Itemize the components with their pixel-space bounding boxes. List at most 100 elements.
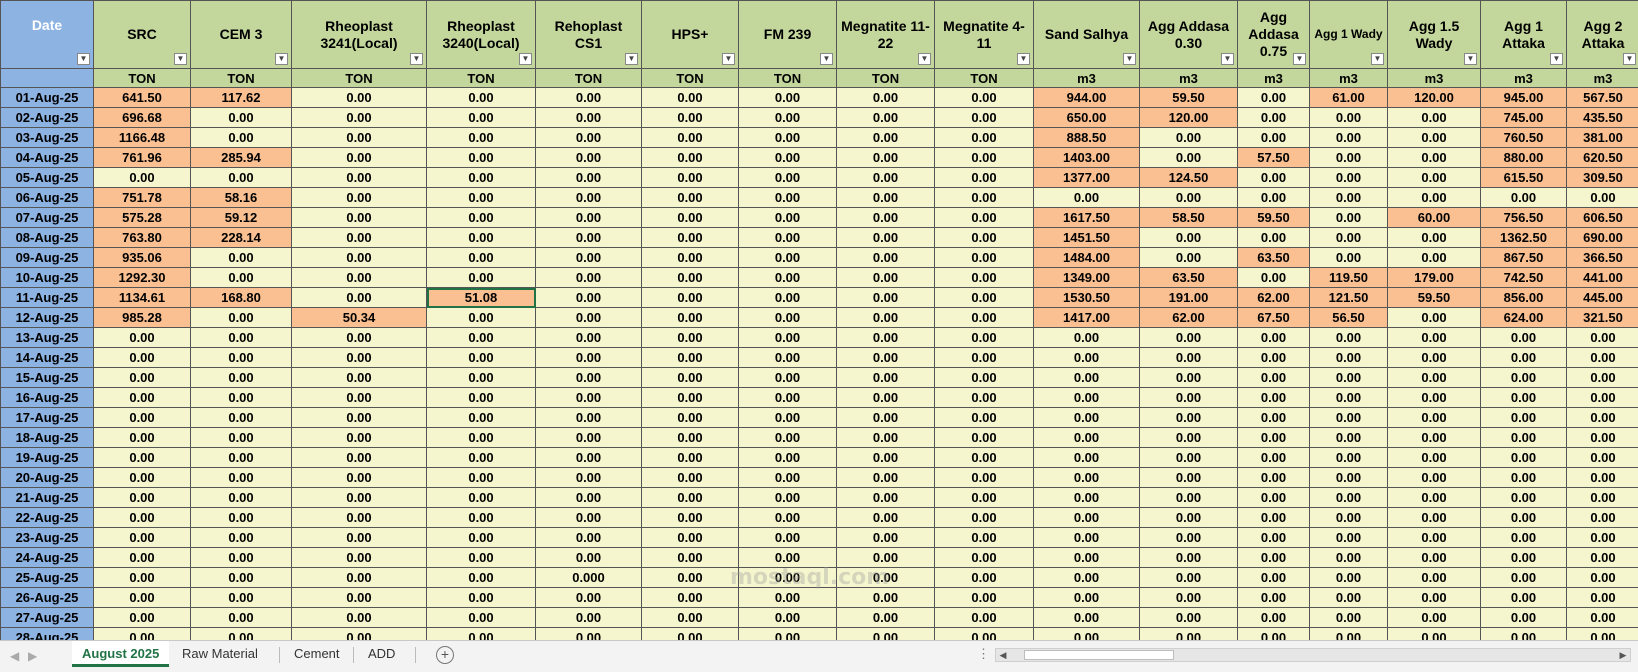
value-cell[interactable]: 0.00 [1388, 168, 1481, 188]
value-cell[interactable]: 0.00 [427, 268, 536, 288]
value-cell[interactable]: 0.00 [191, 328, 292, 348]
unit-cell[interactable]: TON [642, 69, 739, 88]
filter-dropdown-icon[interactable]: ▼ [1123, 53, 1136, 65]
value-cell[interactable]: 0.00 [642, 488, 739, 508]
date-cell[interactable]: 22-Aug-25 [1, 508, 94, 528]
value-cell[interactable]: 0.00 [191, 408, 292, 428]
value-cell[interactable]: 0.00 [642, 148, 739, 168]
value-cell[interactable]: 0.00 [642, 368, 739, 388]
date-cell[interactable]: 16-Aug-25 [1, 388, 94, 408]
value-cell[interactable]: 0.00 [1388, 188, 1481, 208]
value-cell[interactable]: 0.00 [1388, 508, 1481, 528]
value-cell[interactable]: 0.00 [191, 488, 292, 508]
value-cell[interactable]: 0.00 [1481, 428, 1567, 448]
value-cell[interactable]: 0.00 [1481, 508, 1567, 528]
value-cell[interactable]: 0.00 [1310, 528, 1388, 548]
value-cell[interactable]: 0.00 [536, 328, 642, 348]
value-cell[interactable]: 0.00 [292, 88, 427, 108]
value-cell[interactable]: 0.00 [427, 188, 536, 208]
value-cell[interactable]: 0.00 [1388, 408, 1481, 428]
value-cell[interactable]: 0.00 [935, 288, 1034, 308]
value-cell[interactable]: 0.00 [739, 88, 837, 108]
value-cell[interactable]: 0.00 [837, 528, 935, 548]
value-cell[interactable]: 696.68 [94, 108, 191, 128]
value-cell[interactable]: 366.50 [1567, 248, 1638, 268]
value-cell[interactable]: 0.00 [837, 288, 935, 308]
value-cell[interactable]: 0.00 [935, 628, 1034, 641]
date-cell[interactable]: 05-Aug-25 [1, 168, 94, 188]
value-cell[interactable]: 0.00 [837, 328, 935, 348]
value-cell[interactable]: 0.00 [935, 348, 1034, 368]
unit-cell[interactable]: m3 [1140, 69, 1238, 88]
value-cell[interactable]: 228.14 [191, 228, 292, 248]
value-cell[interactable]: 0.00 [292, 288, 427, 308]
value-cell[interactable]: 763.80 [94, 228, 191, 248]
value-cell[interactable]: 59.12 [191, 208, 292, 228]
value-cell[interactable]: 0.00 [536, 608, 642, 628]
value-cell[interactable]: 0.00 [427, 368, 536, 388]
value-cell[interactable]: 0.00 [1388, 528, 1481, 548]
value-cell[interactable]: 0.00 [739, 468, 837, 488]
date-cell[interactable]: 06-Aug-25 [1, 188, 94, 208]
value-cell[interactable]: 0.00 [427, 568, 536, 588]
value-cell[interactable]: 0.00 [1238, 368, 1310, 388]
value-cell[interactable]: 0.00 [427, 548, 536, 568]
unit-cell[interactable]: m3 [1238, 69, 1310, 88]
date-cell[interactable]: 10-Aug-25 [1, 268, 94, 288]
value-cell[interactable]: 0.00 [292, 108, 427, 128]
value-cell[interactable]: 0.00 [1481, 568, 1567, 588]
date-cell[interactable]: 17-Aug-25 [1, 408, 94, 428]
value-cell[interactable]: 0.00 [1567, 328, 1638, 348]
value-cell[interactable]: 0.00 [1481, 608, 1567, 628]
tab-august-2025[interactable]: August 2025 [72, 641, 169, 667]
value-cell[interactable]: 0.00 [935, 588, 1034, 608]
unit-cell[interactable]: m3 [1481, 69, 1567, 88]
value-cell[interactable]: 0.00 [1034, 628, 1140, 641]
value-cell[interactable]: 0.00 [1238, 348, 1310, 368]
value-cell[interactable]: 0.00 [536, 448, 642, 468]
value-cell[interactable]: 615.50 [1481, 168, 1567, 188]
value-cell[interactable]: 0.00 [1567, 568, 1638, 588]
value-cell[interactable]: 0.00 [427, 168, 536, 188]
value-cell[interactable]: 0.00 [1481, 388, 1567, 408]
value-cell[interactable]: 0.00 [292, 208, 427, 228]
unit-cell[interactable]: TON [536, 69, 642, 88]
value-cell[interactable]: 0.00 [1567, 428, 1638, 448]
value-cell[interactable]: 0.00 [1310, 408, 1388, 428]
value-cell[interactable]: 0.00 [1034, 348, 1140, 368]
value-cell[interactable]: 0.00 [739, 528, 837, 548]
column-header[interactable]: Agg Addasa 0.75▼ [1238, 1, 1310, 69]
value-cell[interactable]: 0.00 [536, 348, 642, 368]
value-cell[interactable]: 0.00 [935, 608, 1034, 628]
value-cell[interactable]: 0.00 [1310, 128, 1388, 148]
value-cell[interactable]: 67.50 [1238, 308, 1310, 328]
value-cell[interactable]: 0.00 [1140, 528, 1238, 548]
unit-cell[interactable]: TON [292, 69, 427, 88]
value-cell[interactable]: 0.00 [1310, 388, 1388, 408]
value-cell[interactable]: 0.00 [837, 128, 935, 148]
value-cell[interactable]: 0.00 [1310, 328, 1388, 348]
value-cell[interactable]: 0.00 [642, 448, 739, 468]
value-cell[interactable]: 0.00 [1310, 188, 1388, 208]
value-cell[interactable]: 0.00 [935, 88, 1034, 108]
value-cell[interactable]: 58.50 [1140, 208, 1238, 228]
unit-cell-blank[interactable] [1, 69, 94, 88]
value-cell[interactable]: 0.00 [1481, 628, 1567, 641]
value-cell[interactable]: 119.50 [1310, 268, 1388, 288]
value-cell[interactable]: 0.00 [1310, 608, 1388, 628]
value-cell[interactable]: 0.00 [1567, 608, 1638, 628]
value-cell[interactable]: 0.000 [536, 568, 642, 588]
value-cell[interactable]: 0.00 [1034, 188, 1140, 208]
value-cell[interactable]: 0.00 [191, 468, 292, 488]
value-cell[interactable]: 0.00 [1238, 528, 1310, 548]
value-cell[interactable]: 62.00 [1140, 308, 1238, 328]
value-cell[interactable]: 61.00 [1310, 88, 1388, 108]
spreadsheet-grid[interactable]: Date ▼ SRC▼CEM 3▼Rheoplast 3241(Local)▼R… [0, 0, 1638, 640]
value-cell[interactable]: 0.00 [1034, 368, 1140, 388]
value-cell[interactable]: 0.00 [1310, 368, 1388, 388]
value-cell[interactable]: 0.00 [191, 628, 292, 641]
value-cell[interactable]: 0.00 [642, 528, 739, 548]
filter-dropdown-icon[interactable]: ▼ [275, 53, 288, 65]
value-cell[interactable]: 63.50 [1238, 248, 1310, 268]
value-cell[interactable]: 0.00 [1238, 428, 1310, 448]
